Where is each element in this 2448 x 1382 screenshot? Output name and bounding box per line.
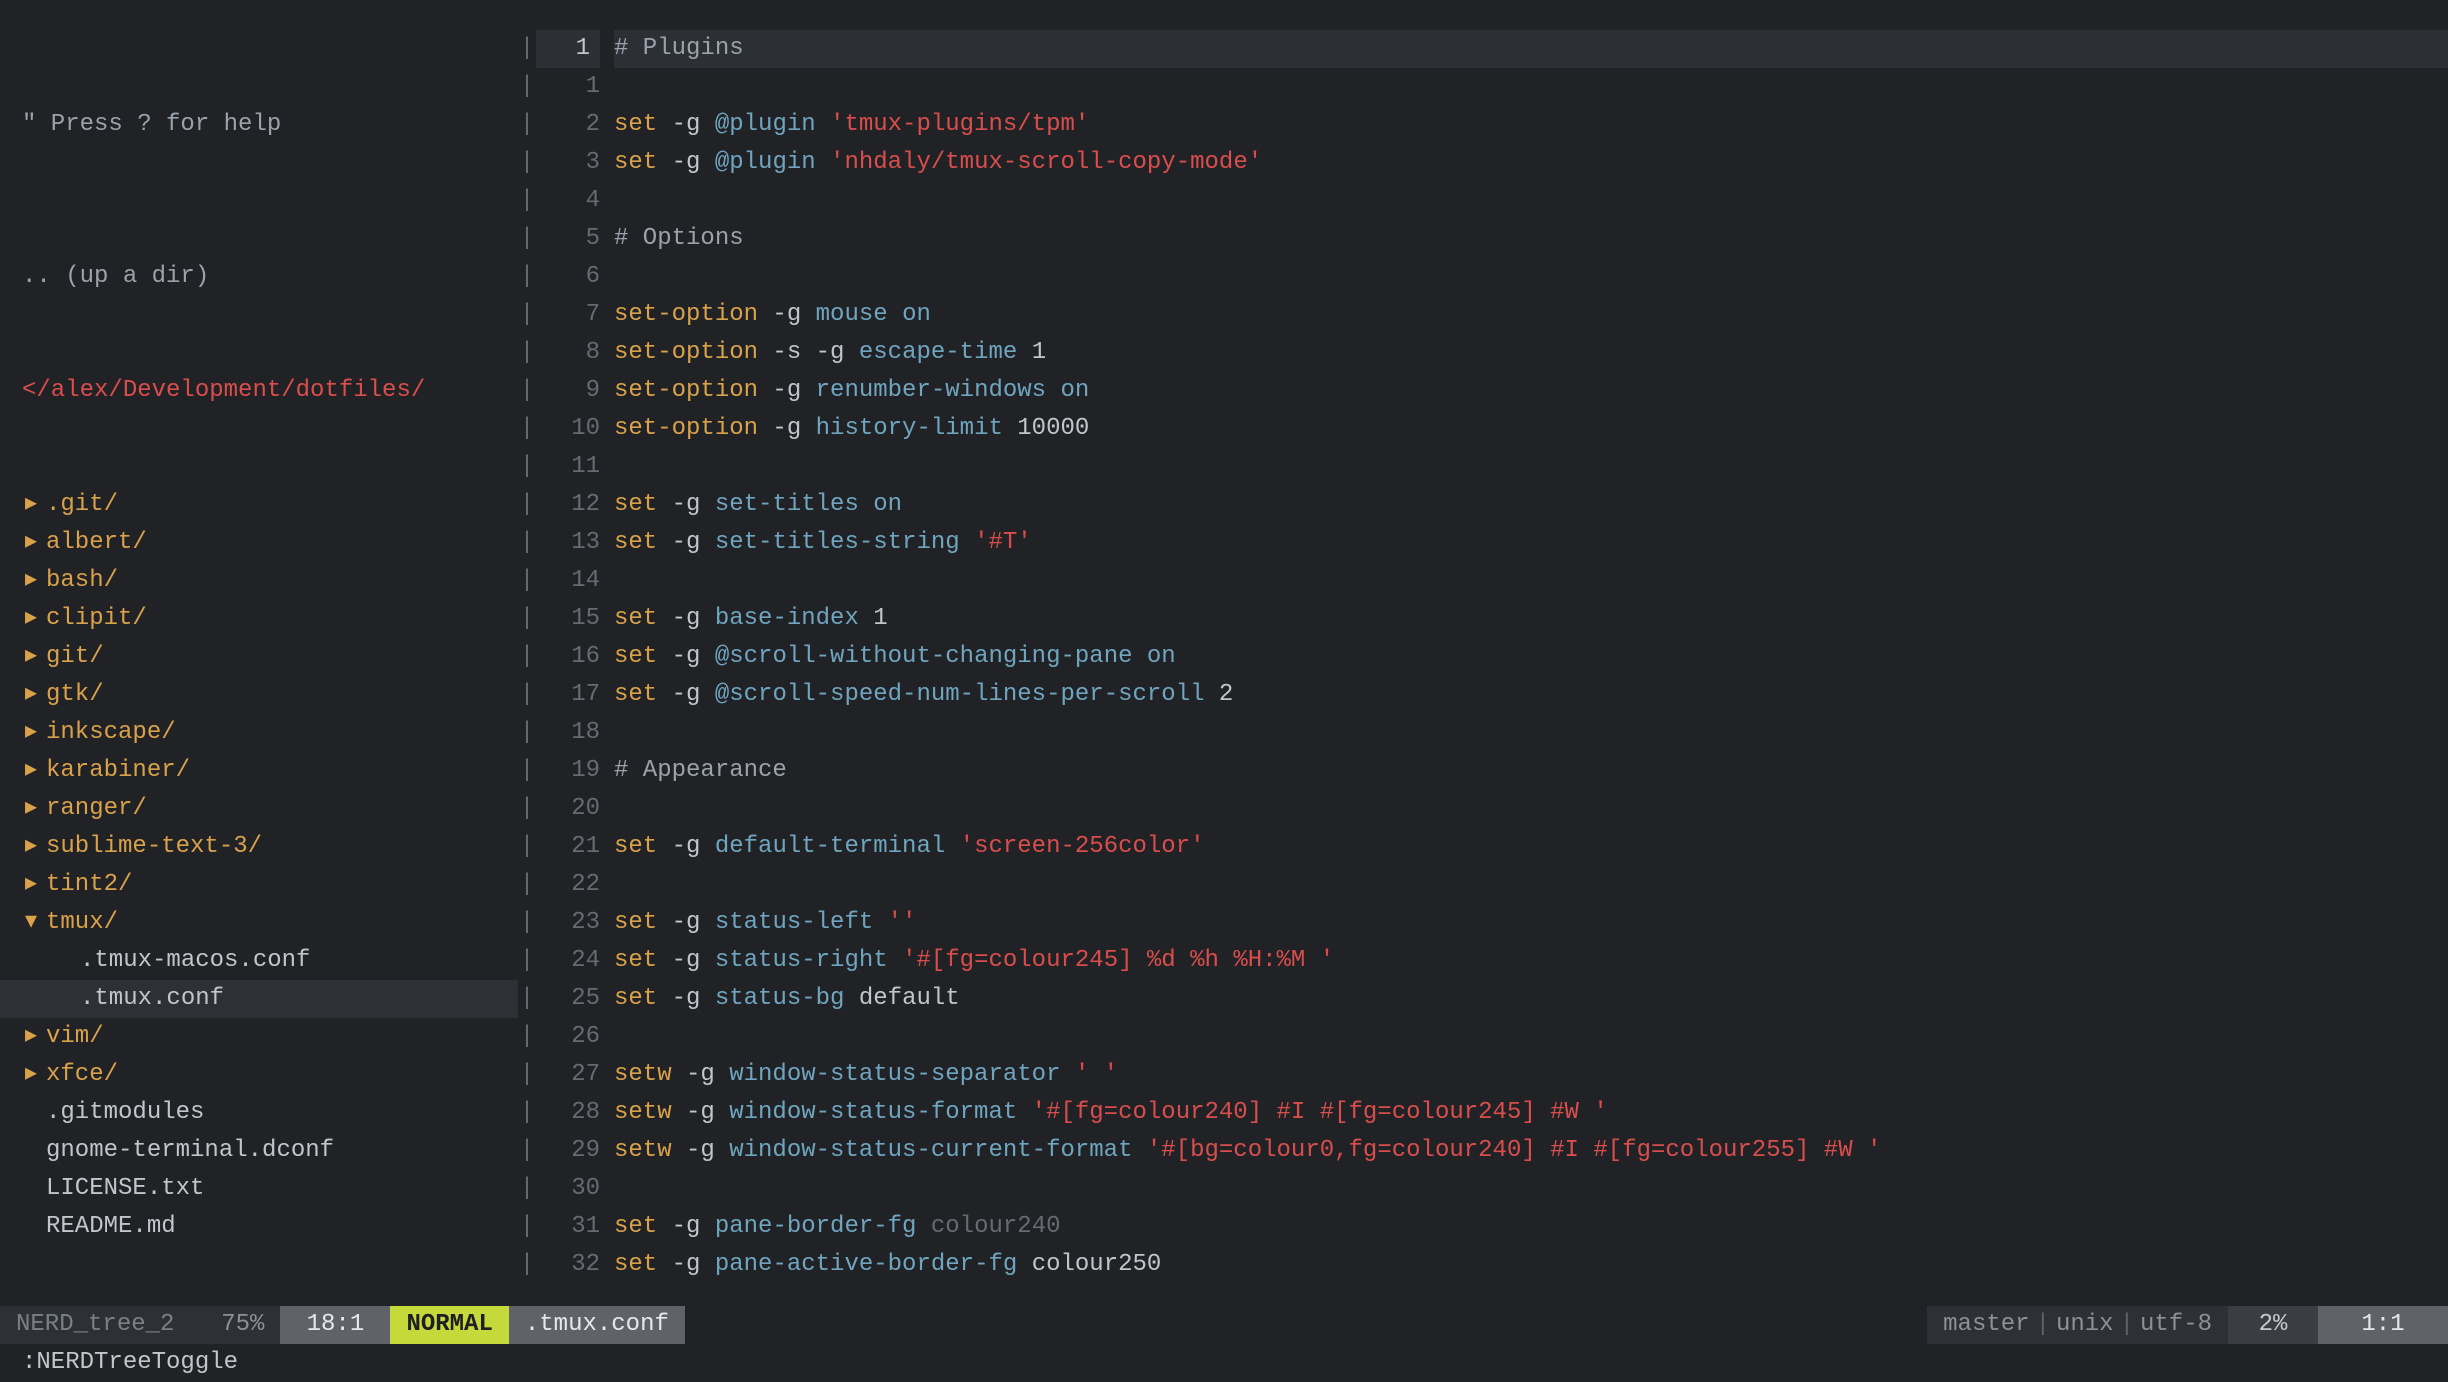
code-line[interactable]: # Appearance bbox=[614, 752, 2448, 790]
code-line[interactable]: set-option -g history-limit 10000 bbox=[614, 410, 2448, 448]
code-line[interactable]: set -g set-titles on bbox=[614, 486, 2448, 524]
chevron-right-icon[interactable]: ▸ bbox=[22, 486, 40, 524]
chevron-right-icon[interactable]: ▸ bbox=[22, 1056, 40, 1094]
code-line[interactable]: # Options bbox=[614, 220, 2448, 258]
code-line[interactable]: set -g @plugin 'nhdaly/tmux-scroll-copy-… bbox=[614, 144, 2448, 182]
file-tree-panel[interactable]: " Press ? for help .. (up a dir) </alex/… bbox=[0, 0, 518, 1306]
tree-dir[interactable]: ▸.git/ bbox=[0, 486, 518, 524]
chevron-right-icon[interactable]: ▸ bbox=[22, 714, 40, 752]
chevron-right-icon[interactable]: ▸ bbox=[22, 866, 40, 904]
code-line[interactable]: set -g @plugin 'tmux-plugins/tpm' bbox=[614, 106, 2448, 144]
code-line[interactable] bbox=[614, 258, 2448, 296]
line-number-gutter: |112345678910111213141516171819202122232… bbox=[536, 0, 614, 1306]
code-line[interactable]: setw -g window-status-format '#[fg=colou… bbox=[614, 1094, 2448, 1132]
code-line[interactable]: set -g base-index 1 bbox=[614, 600, 2448, 638]
chevron-right-icon[interactable]: ▸ bbox=[22, 600, 40, 638]
code-line[interactable]: setw -g window-status-separator ' ' bbox=[614, 1056, 2448, 1094]
code-line[interactable]: set -g status-left '' bbox=[614, 904, 2448, 942]
scroll-percent: 2% bbox=[2228, 1306, 2318, 1344]
chevron-right-icon[interactable]: ▸ bbox=[22, 562, 40, 600]
code-line[interactable] bbox=[614, 448, 2448, 486]
tree-dir[interactable]: ▸tint2/ bbox=[0, 866, 518, 904]
chevron-right-icon[interactable]: ▸ bbox=[22, 790, 40, 828]
tree-help-hint: " Press ? for help bbox=[0, 106, 518, 144]
tree-dir[interactable]: ▸inkscape/ bbox=[0, 714, 518, 752]
inactive-percent: 75% bbox=[190, 1306, 280, 1344]
code-line[interactable]: set-option -g mouse on bbox=[614, 296, 2448, 334]
code-line[interactable]: set-option -s -g escape-time 1 bbox=[614, 334, 2448, 372]
chevron-right-icon[interactable]: ▸ bbox=[22, 524, 40, 562]
tree-dir[interactable]: ▸gtk/ bbox=[0, 676, 518, 714]
git-branch: master | unix | utf-8 bbox=[1927, 1306, 2228, 1344]
active-file-name: .tmux.conf bbox=[509, 1306, 685, 1344]
tree-dir[interactable]: ▸clipit/ bbox=[0, 600, 518, 638]
tree-up-dir[interactable]: .. (up a dir) bbox=[0, 258, 518, 296]
tree-dir[interactable]: ▸albert/ bbox=[0, 524, 518, 562]
cursor-position: 1:1 bbox=[2318, 1306, 2448, 1344]
tree-file[interactable]: gnome-terminal.dconf bbox=[0, 1132, 518, 1170]
code-line[interactable]: setw -g window-status-current-format '#[… bbox=[614, 1132, 2448, 1170]
tree-file[interactable]: LICENSE.txt bbox=[0, 1170, 518, 1208]
code-line[interactable] bbox=[614, 1018, 2448, 1056]
chevron-right-icon[interactable]: ▸ bbox=[22, 1018, 40, 1056]
code-line[interactable] bbox=[614, 714, 2448, 752]
code-line[interactable] bbox=[614, 866, 2448, 904]
tree-dir[interactable]: ▸vim/ bbox=[0, 1018, 518, 1056]
chevron-right-icon[interactable]: ▸ bbox=[22, 676, 40, 714]
code-line[interactable]: set -g status-bg default bbox=[614, 980, 2448, 1018]
tree-file[interactable]: .gitmodules bbox=[0, 1094, 518, 1132]
tree-dir[interactable]: ▸karabiner/ bbox=[0, 752, 518, 790]
tree-file[interactable]: .tmux.conf bbox=[0, 980, 518, 1018]
tree-dir[interactable]: ▸xfce/ bbox=[0, 1056, 518, 1094]
code-line[interactable]: set-option -g renumber-windows on bbox=[614, 372, 2448, 410]
chevron-right-icon[interactable]: ▸ bbox=[22, 828, 40, 866]
inactive-position: 18:1 bbox=[280, 1306, 390, 1344]
chevron-right-icon[interactable]: ▸ bbox=[22, 752, 40, 790]
code-line[interactable]: set -g @scroll-speed-num-lines-per-scrol… bbox=[614, 676, 2448, 714]
command-line[interactable]: :NERDTreeToggle bbox=[0, 1344, 2448, 1382]
code-line[interactable]: set -g pane-border-fg colour240 bbox=[614, 1208, 2448, 1246]
code-line[interactable]: set -g pane-active-border-fg colour250 bbox=[614, 1246, 2448, 1284]
code-line[interactable] bbox=[614, 68, 2448, 106]
tree-file[interactable]: README.md bbox=[0, 1208, 518, 1246]
code-line[interactable]: set -g @scroll-without-changing-pane on bbox=[614, 638, 2448, 676]
code-line[interactable]: # Plugins bbox=[614, 30, 2448, 68]
tree-dir[interactable]: ▾tmux/ bbox=[0, 904, 518, 942]
code-line[interactable] bbox=[614, 790, 2448, 828]
tree-root-path[interactable]: </alex/Development/dotfiles/ bbox=[0, 372, 518, 410]
code-line[interactable] bbox=[614, 182, 2448, 220]
code-line[interactable]: set -g status-right '#[fg=colour245] %d … bbox=[614, 942, 2448, 980]
editor-pane[interactable]: ||||||||||||||||||||||||||||||||| |11234… bbox=[518, 0, 2448, 1306]
code-area[interactable]: # Plugins set -g @plugin 'tmux-plugins/tp… bbox=[614, 0, 2448, 1306]
code-line[interactable] bbox=[614, 562, 2448, 600]
tree-dir[interactable]: ▸git/ bbox=[0, 638, 518, 676]
tree-file[interactable]: .tmux-macos.conf bbox=[0, 942, 518, 980]
code-line[interactable] bbox=[614, 1170, 2448, 1208]
tree-dir[interactable]: ▸sublime-text-3/ bbox=[0, 828, 518, 866]
inactive-buffer-name: NERD_tree_2 bbox=[0, 1306, 190, 1344]
tree-dir[interactable]: ▸ranger/ bbox=[0, 790, 518, 828]
chevron-right-icon[interactable]: ▸ bbox=[22, 638, 40, 676]
mode-indicator: NORMAL bbox=[390, 1306, 508, 1344]
code-line[interactable]: set -g default-terminal 'screen-256color… bbox=[614, 828, 2448, 866]
statusline: NERD_tree_2 75% 18:1 NORMAL .tmux.conf m… bbox=[0, 1306, 2448, 1344]
chevron-down-icon[interactable]: ▾ bbox=[22, 904, 40, 942]
tree-dir[interactable]: ▸bash/ bbox=[0, 562, 518, 600]
code-line[interactable]: set -g set-titles-string '#T' bbox=[614, 524, 2448, 562]
